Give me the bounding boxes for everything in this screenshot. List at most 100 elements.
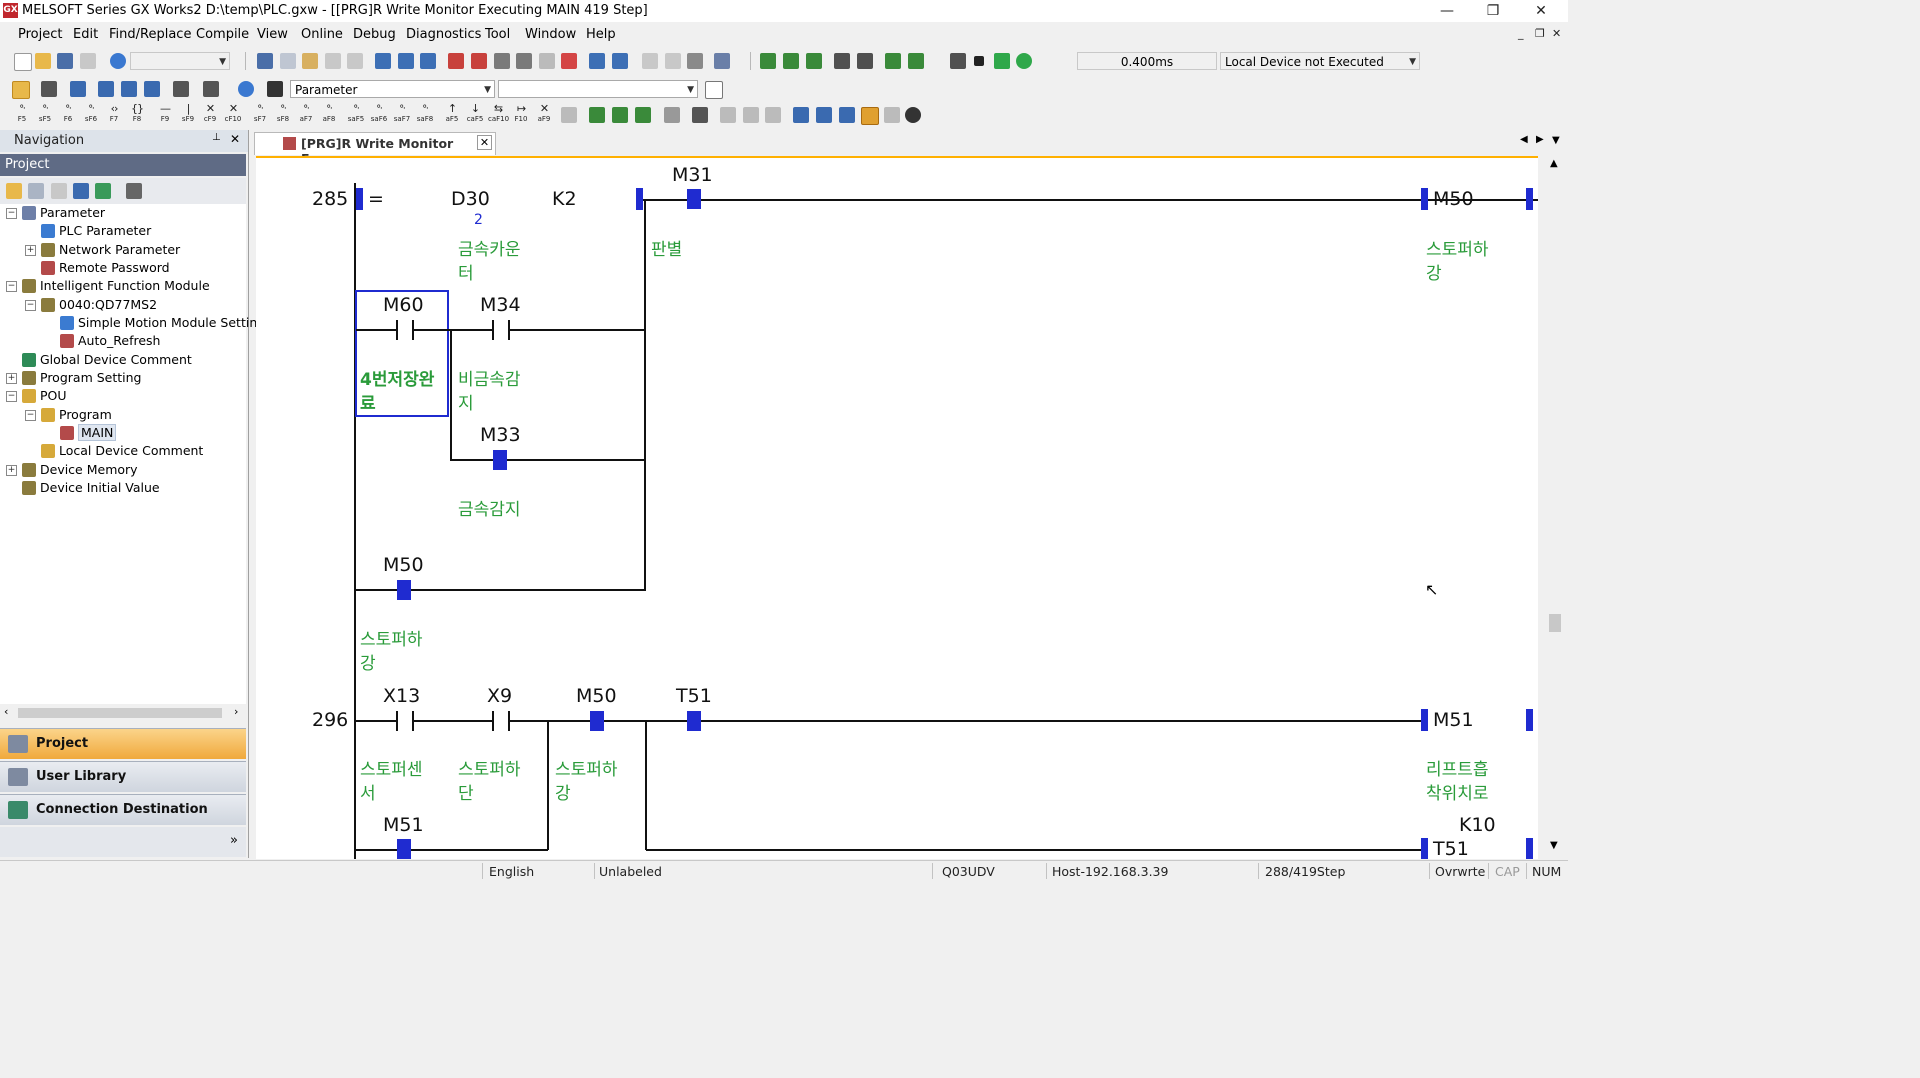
open-folder-icon[interactable] (35, 53, 51, 69)
ladder-symbol-f10-button[interactable]: ↦ F10 (511, 103, 531, 127)
copy-icon[interactable] (280, 53, 296, 69)
scroll-left-icon[interactable]: ‹ (4, 705, 8, 718)
tree-expander[interactable]: − (6, 391, 17, 402)
monitor-start-icon[interactable] (448, 53, 464, 69)
navigation-close-button[interactable]: ✕ (230, 132, 240, 146)
tree-item-network-parameter[interactable]: Network Parameter (41, 241, 180, 259)
contact-m51-selfhold-on[interactable] (397, 839, 411, 859)
nav-button-project[interactable]: Project (0, 728, 246, 759)
tree-expander[interactable]: + (25, 245, 36, 256)
scroll-right-icon[interactable]: › (234, 705, 238, 718)
tree-item-auto-refresh[interactable]: Auto_Refresh (60, 332, 160, 350)
tree-horizontal-scrollbar[interactable]: ‹ › (0, 704, 246, 722)
status-icon[interactable] (1016, 53, 1032, 69)
ladder-symbol-sf7-button[interactable]: ᐤᐧ sF7 (250, 103, 270, 127)
mdi-close-button[interactable]: ✕ (1552, 27, 1561, 40)
cut-icon[interactable] (257, 53, 273, 69)
ladder-symbol-f5-button[interactable]: ᐤᐧ F5 (12, 103, 32, 127)
new-data-icon[interactable] (6, 183, 22, 199)
monitor-all-icon[interactable] (494, 53, 510, 69)
device-t51[interactable]: T51 (676, 685, 712, 707)
menu-debug[interactable]: Debug (353, 27, 396, 42)
ladder-watch-icon[interactable] (816, 107, 832, 123)
device-x9[interactable]: X9 (487, 685, 512, 707)
coil-m50[interactable]: M50 (1433, 188, 1474, 210)
chart-icon[interactable] (885, 53, 901, 69)
write-mode-icon[interactable] (861, 107, 879, 125)
tab-scroll-left-icon[interactable]: ◀ (1520, 134, 1528, 145)
ladder-symbol-f6-button[interactable]: ᐤᐧ F6 (58, 103, 78, 127)
run-icon[interactable] (994, 53, 1010, 69)
tab-scroll-right-icon[interactable]: ▶ (1536, 134, 1544, 145)
tree-expander[interactable]: + (6, 465, 17, 476)
property-icon[interactable] (73, 183, 89, 199)
ladder-symbol-saf8-button[interactable]: ᐤᐧ saF8 (415, 103, 435, 127)
online-data-icon[interactable] (687, 53, 703, 69)
statement-icon[interactable] (121, 81, 137, 97)
tree-expander[interactable]: + (6, 373, 17, 384)
note-icon[interactable] (144, 81, 160, 97)
contact-x13-off[interactable] (396, 711, 414, 731)
timer-setpoint-k10[interactable]: K10 (1459, 814, 1496, 836)
tree-item-plc-parameter[interactable]: PLC Parameter (41, 222, 151, 240)
tree-expander[interactable]: − (6, 281, 17, 292)
read-plc-icon[interactable] (375, 53, 391, 69)
minimize-button[interactable]: — (1424, 0, 1470, 22)
simulation-start-icon[interactable] (642, 53, 658, 69)
question-icon[interactable] (238, 81, 254, 97)
device-m50-selfhold[interactable]: M50 (383, 554, 424, 576)
binoculars-icon[interactable] (267, 81, 283, 97)
search-go-icon[interactable] (705, 81, 723, 99)
delete-data-icon[interactable] (51, 183, 67, 199)
contact-m50-selfhold-on[interactable] (397, 580, 411, 600)
overflow-chevron-icon[interactable]: » (230, 833, 238, 848)
undo-icon[interactable] (325, 53, 341, 69)
print-icon[interactable] (80, 53, 96, 69)
scroll-down-icon[interactable]: ▼ (1550, 840, 1558, 851)
device-test-icon[interactable] (612, 53, 628, 69)
device-m51-selfhold[interactable]: M51 (383, 814, 424, 836)
contact-m34-off[interactable] (492, 320, 510, 340)
tree-item-simple-motion-module-settin[interactable]: Simple Motion Module Settin (60, 314, 257, 332)
coil-t51-left[interactable] (1421, 838, 1428, 859)
ladder-symbol-af5-button[interactable]: ↑ aF5 (442, 103, 462, 127)
copy-data-icon[interactable] (28, 183, 44, 199)
coil-m51-right[interactable] (1526, 709, 1533, 731)
ladder-symbol-sf5-button[interactable]: ᐤᐧ sF5 (35, 103, 55, 127)
nav-button-user-library[interactable]: User Library (0, 761, 246, 792)
ladder-symbol-cf9-button[interactable]: ✕ cF9 (200, 103, 220, 127)
ladder-symbol-sf8-button[interactable]: ᐤᐧ sF8 (273, 103, 293, 127)
tab-list-icon[interactable]: ▼ (1552, 135, 1560, 146)
tree-item-parameter[interactable]: Parameter (22, 204, 105, 222)
toolbar-combo-blank[interactable]: ▼ (130, 52, 230, 70)
tree-expander[interactable]: − (25, 410, 36, 421)
ladder-symbol-cf10-button[interactable]: ✕ cF10 (223, 103, 243, 127)
compile-icon[interactable] (760, 53, 776, 69)
tree-expander[interactable]: − (6, 208, 17, 219)
tree-item-device-initial-value[interactable]: Device Initial Value (22, 479, 160, 497)
trace-icon[interactable] (908, 53, 924, 69)
ladder-symbol-af7-button[interactable]: ᐤᐧ aF7 (296, 103, 316, 127)
pin-icon[interactable]: ⊥ (212, 132, 221, 143)
ladder-symbol-f7-button[interactable]: ‹› F7 (104, 103, 124, 127)
device-m34[interactable]: M34 (480, 294, 521, 316)
stop-icon[interactable] (974, 56, 984, 66)
search-combo[interactable]: ▼ (498, 80, 698, 98)
sort-icon[interactable] (126, 183, 142, 199)
ladder-paste-icon[interactable] (664, 107, 680, 123)
close-button[interactable]: ✕ (1518, 0, 1564, 22)
ladder-symbol-f9-button[interactable]: — F9 (155, 103, 175, 127)
zoom-lens-icon[interactable] (905, 107, 921, 123)
contact-m60-off[interactable] (396, 320, 414, 340)
ladder-symbol-af9-button[interactable]: ✕ aF9 (534, 103, 554, 127)
ladder-symbol-saf7-button[interactable]: ᐤᐧ saF7 (392, 103, 412, 127)
ladder-symbol-caf5-button[interactable]: ↓ caF5 (465, 103, 485, 127)
refresh-icon[interactable] (95, 183, 111, 199)
ladder-device-icon[interactable] (839, 107, 855, 123)
tree-expander[interactable]: − (25, 300, 36, 311)
online-write-icon[interactable] (857, 53, 873, 69)
menu-online[interactable]: Online (301, 27, 343, 42)
ladder-jump-icon[interactable] (765, 107, 781, 123)
menu-window[interactable]: Window (525, 27, 576, 42)
view-mode-icon[interactable] (173, 81, 189, 97)
